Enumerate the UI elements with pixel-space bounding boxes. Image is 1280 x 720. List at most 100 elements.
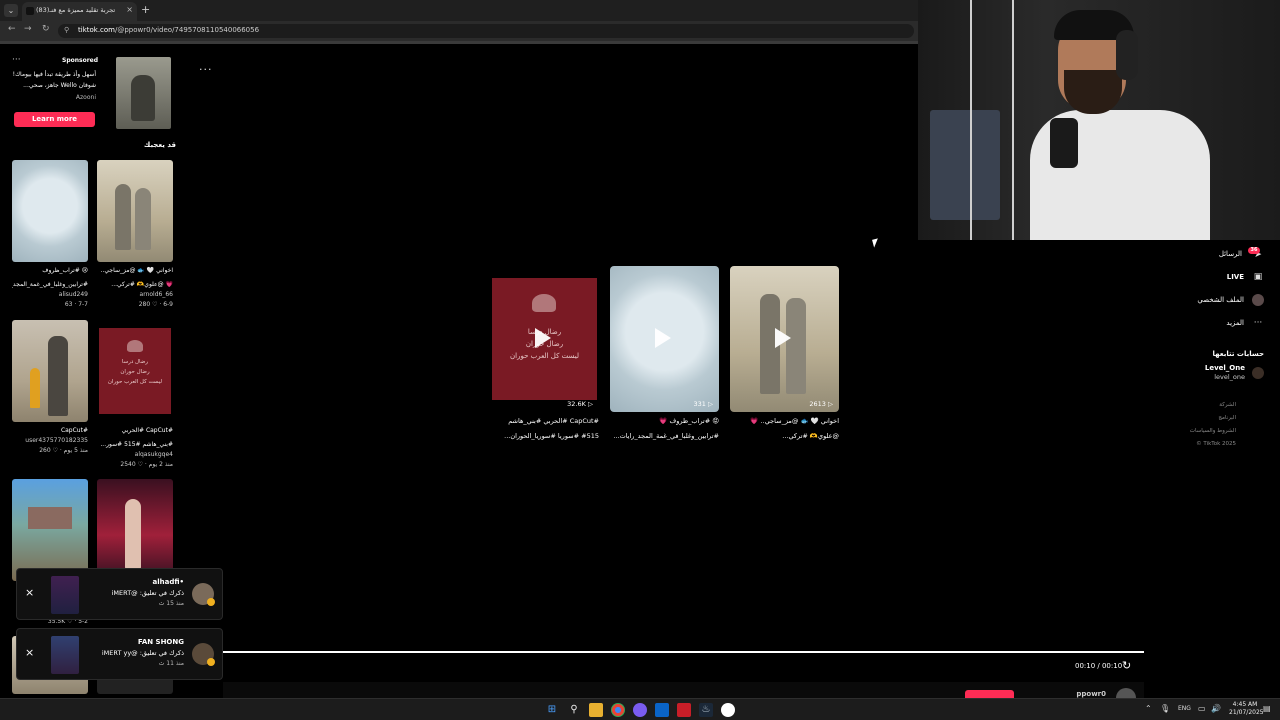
- feed-card[interactable]: [97, 479, 173, 581]
- profile-avatar-icon[interactable]: [1252, 294, 1264, 306]
- video-stats: 260 ♡ · منذ 5 يوم: [39, 447, 88, 454]
- ad-thumbnail[interactable]: [116, 57, 171, 129]
- forward-icon[interactable]: →: [24, 24, 32, 34]
- video-caption-line2: #ترابين_وغلبا_في_غمة_المجد_رايات...: [613, 432, 719, 440]
- browser-tab[interactable]: تجربة تقليد مميزة مع فنـ(83) ×: [22, 2, 137, 21]
- video-thumbnail[interactable]: [97, 479, 173, 581]
- toast-message: ذكرك في تعليق: @iMERT: [111, 589, 184, 597]
- avatar[interactable]: [1252, 367, 1264, 379]
- video-thumbnail[interactable]: [97, 160, 173, 262]
- video-author-name[interactable]: ppowr0: [1076, 690, 1106, 698]
- followed-account-handle[interactable]: level_one: [1214, 373, 1245, 381]
- video-author[interactable]: alqasukgqe4: [97, 450, 173, 460]
- video-author[interactable]: user4375770182335: [12, 436, 88, 446]
- nav-more[interactable]: المزيد: [1226, 319, 1244, 327]
- video-caption-line2: @علوي🫶 #تركي...: [782, 432, 839, 440]
- reload-icon[interactable]: ↻: [42, 24, 50, 34]
- notification-toast[interactable]: × alhadfi• ذكرك في تعليق: @iMERT منذ 15 …: [16, 568, 223, 620]
- video-thumbnail[interactable]: [12, 320, 88, 422]
- app-red-icon[interactable]: [677, 703, 691, 717]
- windows-taskbar: ⊞ ⚲ ♨ ⌃ 🎙 ENG ▭ 🔊 4:45 AM 21/07/2025 ▤: [0, 698, 1280, 720]
- notification-icon[interactable]: ▤: [1263, 704, 1271, 713]
- site-info-icon[interactable]: ⚲: [64, 26, 69, 34]
- learn-more-button[interactable]: Learn more: [14, 112, 95, 127]
- language-indicator[interactable]: ENG: [1178, 705, 1191, 712]
- mic-icon[interactable]: 🎙: [1160, 704, 1170, 713]
- toast-time: منذ 15 ث: [158, 600, 184, 607]
- feed-card[interactable]: 😢 #تراب_ظروف #ترابين_وغلبا_في_غمة_المجد_…: [12, 160, 88, 310]
- video-caption: 😢 #تراب_ظروف: [42, 267, 88, 274]
- file-explorer-icon[interactable]: [589, 703, 603, 717]
- video-thumbnail[interactable]: [12, 160, 88, 262]
- following-title: حسابات تتابعها: [1212, 350, 1264, 358]
- toast-video-thumbnail: [51, 636, 79, 674]
- url-input[interactable]: ⚲ tiktok.com/@ppowr0/video/7495708110540…: [58, 24, 914, 38]
- obs-icon[interactable]: [721, 703, 735, 717]
- related-video-card[interactable]: رضال درسا رضال حوران ليست كل العرب حوران…: [490, 266, 599, 442]
- feed-card[interactable]: اخواني 🤍 🐟 @مز_ساجي.. 💗 @علوي🫶 #تركي... …: [97, 160, 173, 310]
- notification-toast[interactable]: × FAN SHONG ذكرك في تعليق: @iMERT yy منذ…: [16, 628, 223, 680]
- video-caption: اخواني 🤍 🐟 @مز_ساجي.. 💗: [750, 417, 839, 425]
- more-icon[interactable]: ···: [1252, 317, 1264, 329]
- chrome-divider: [0, 41, 918, 44]
- video-caption: #CapCut #الحربي: [121, 427, 173, 434]
- live-icon[interactable]: ▣: [1252, 271, 1264, 283]
- app-icon[interactable]: [633, 703, 647, 717]
- nav-messages[interactable]: الرسائل: [1219, 250, 1242, 258]
- play-icon: [655, 328, 671, 348]
- outlook-icon[interactable]: [655, 703, 669, 717]
- chrome-icon[interactable]: [611, 703, 625, 717]
- video-thumbnail[interactable]: 2613 ▷: [730, 266, 839, 412]
- copyright-text: TikTok 2025 ©: [1196, 441, 1236, 447]
- new-tab-button[interactable]: +: [141, 3, 150, 16]
- video-caption-line2: #515 #سوريا #سوريا_الحوران...: [504, 432, 599, 440]
- network-icon[interactable]: ▭: [1198, 704, 1206, 713]
- video-caption: 😡 #تراب_ظروف 💗: [659, 417, 719, 425]
- video-thumbnail[interactable]: [12, 479, 88, 581]
- back-icon[interactable]: ←: [8, 24, 16, 34]
- red-text-line: ليست كل العرب حوران: [107, 379, 163, 385]
- feed-card[interactable]: [12, 479, 88, 581]
- followed-account-name[interactable]: Level_One: [1205, 364, 1245, 372]
- feed-card[interactable]: رضال درسا رضال حوران ليست كل العرب حوران…: [97, 320, 173, 470]
- close-icon[interactable]: ×: [25, 646, 34, 659]
- tray-chevron-icon[interactable]: ⌃: [1145, 704, 1152, 713]
- footer-link[interactable]: البرنامج: [1218, 415, 1236, 421]
- video-thumbnail[interactable]: رضال درسا رضال حوران ليست كل العرب حوران: [97, 320, 173, 422]
- footer-link[interactable]: الشروط والسياسات: [1190, 428, 1236, 434]
- video-caption-line2: 💗 @علوي🫶 #تركي...: [111, 281, 173, 288]
- close-icon[interactable]: ×: [25, 586, 34, 599]
- ad-menu-icon[interactable]: ···: [12, 55, 21, 65]
- video-caption-line2: #ترابين_وغلبا_في_غمة_المجد_رايات...: [12, 281, 88, 288]
- toast-username: alhadfi•: [152, 578, 184, 586]
- video-time: 00:10 / 00:10: [1075, 662, 1123, 670]
- search-icon[interactable]: ⚲: [567, 703, 581, 717]
- video-thumbnail[interactable]: رضال درسا رضال حوران ليست كل العرب حوران…: [490, 266, 599, 412]
- feed-card[interactable]: #CapCut user4375770182335 260 ♡ · منذ 5 …: [12, 320, 88, 456]
- replay-icon[interactable]: ↻: [1122, 659, 1131, 672]
- video-progress-bar[interactable]: [223, 651, 1144, 653]
- nav-profile[interactable]: الملف الشخصي: [1197, 296, 1244, 304]
- video-stats: 2540 ♡ · منذ 2 يوم: [120, 461, 173, 468]
- address-bar-row: ← → ↻ ⚲ tiktok.com/@ppowr0/video/7495708…: [0, 21, 918, 41]
- video-caption: #CapCut #الحربي #بني_هاشم: [508, 417, 599, 425]
- red-text-line: رضال درسا: [121, 359, 149, 365]
- clock[interactable]: 4:45 AM 21/07/2025: [1229, 701, 1264, 717]
- related-video-card[interactable]: 2613 ▷ اخواني 🤍 🐟 @مز_ساجي.. 💗 @علوي🫶 #ت…: [730, 266, 839, 442]
- red-text-line: رضال حوران: [120, 369, 150, 375]
- volume-icon[interactable]: 🔊: [1211, 704, 1221, 713]
- steam-icon[interactable]: ♨: [699, 703, 713, 717]
- toast-video-thumbnail: [51, 576, 79, 614]
- tab-dropdown-button[interactable]: ⌄: [4, 4, 18, 17]
- video-author[interactable]: arnold6_66: [97, 290, 173, 300]
- nav-live[interactable]: LIVE: [1227, 273, 1244, 281]
- related-video-card[interactable]: 331 ▷ 😡 #تراب_ظروف 💗 #ترابين_وغلبا_في_غم…: [610, 266, 719, 442]
- more-options-icon[interactable]: ···: [199, 63, 213, 76]
- webcam-overlay: [918, 0, 1280, 240]
- footer-link[interactable]: الشركة: [1219, 402, 1236, 408]
- video-caption: اخواني 🤍 🐟 @مز_ساجي..: [100, 267, 173, 274]
- video-author[interactable]: alisud249: [12, 290, 88, 300]
- start-icon[interactable]: ⊞: [545, 703, 559, 717]
- tab-close-icon[interactable]: ×: [126, 5, 133, 14]
- video-thumbnail[interactable]: 331 ▷: [610, 266, 719, 412]
